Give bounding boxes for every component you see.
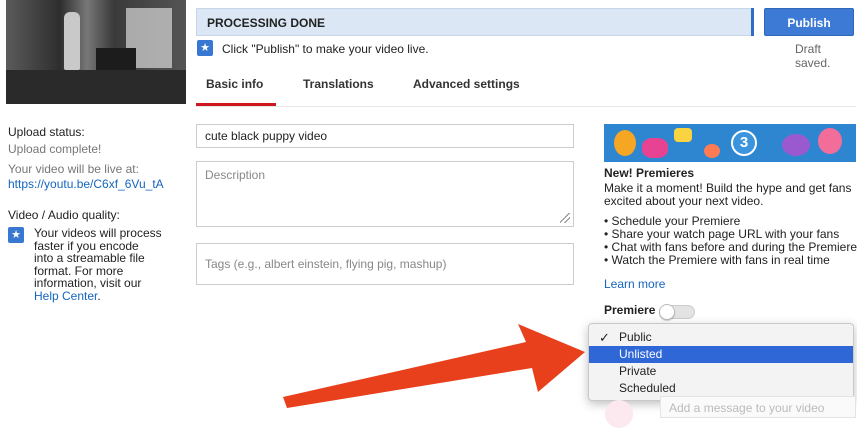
annotation-arrow-icon bbox=[283, 324, 585, 408]
arrow-shape bbox=[283, 324, 585, 408]
